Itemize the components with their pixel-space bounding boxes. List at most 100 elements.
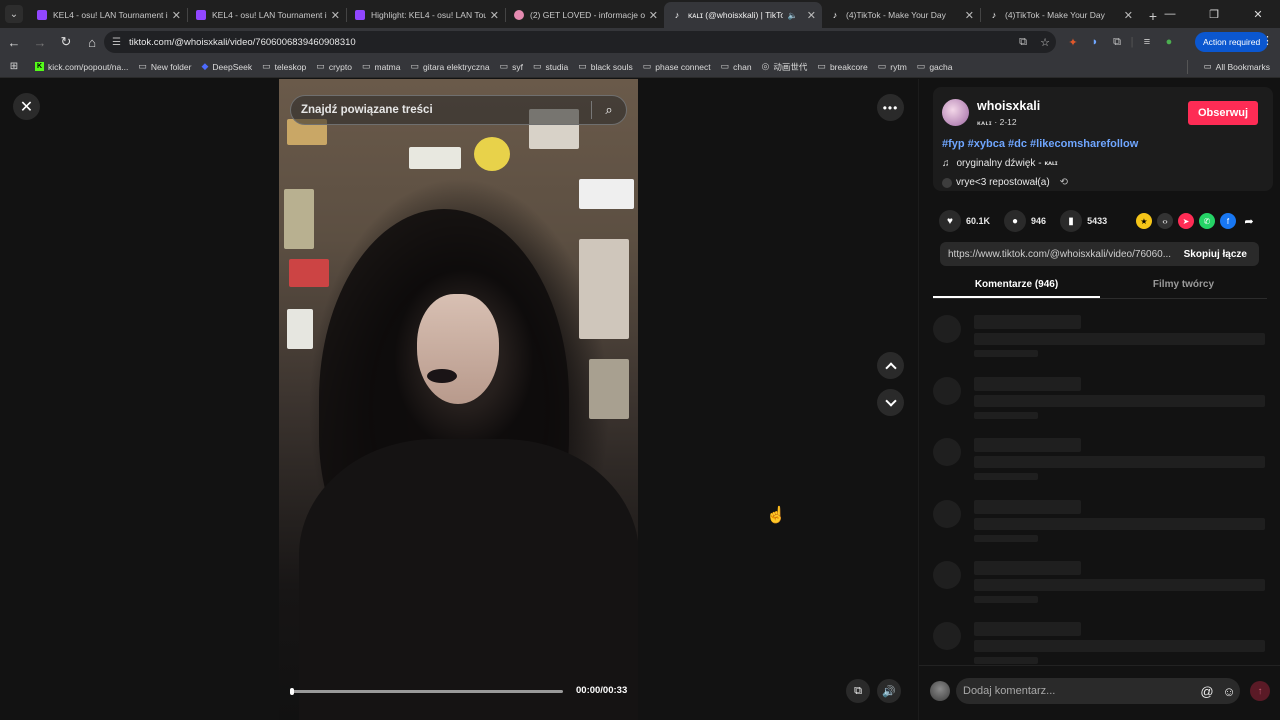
bookmark-item[interactable]: ▭ matma [362, 61, 401, 72]
extension-wave-icon[interactable]: ◗ [1084, 36, 1106, 48]
video-timecode: 00:00/00:33 [576, 685, 628, 696]
comment-icon[interactable]: ● [1004, 210, 1027, 232]
mention-icon[interactable]: @ [1196, 684, 1218, 699]
bookmark-item[interactable]: ▭ chan [721, 61, 752, 72]
embed-code-icon[interactable]: ‹› [1157, 213, 1173, 229]
send-to-friend-icon[interactable]: ➤ [1178, 213, 1194, 229]
related-search-bar[interactable]: ⌕ [290, 95, 627, 125]
install-app-icon[interactable]: ⧉ [1012, 36, 1034, 49]
video-link[interactable]: https://www.tiktok.com/@whoisxkali/video… [940, 249, 1172, 260]
skeleton-line [974, 350, 1038, 357]
share-arrow-icon[interactable]: ➦ [1241, 213, 1257, 229]
tab-search-button[interactable]: ⌄ [5, 5, 23, 23]
reposter-avatar[interactable] [942, 177, 952, 188]
bookmark-item[interactable]: ▭ gitara elektryczna [410, 61, 489, 72]
whatsapp-icon[interactable]: ✆ [1199, 213, 1215, 229]
related-search-input[interactable] [301, 104, 591, 116]
extensions-puzzle-icon[interactable]: ⧉ [1106, 36, 1128, 49]
close-tab-icon[interactable]: ✕ [1124, 9, 1133, 22]
bookmark-item[interactable]: ▭ crypto [316, 61, 352, 72]
creator-avatar[interactable] [942, 99, 969, 126]
progress-handle[interactable] [290, 688, 294, 695]
comment-input[interactable] [963, 685, 1196, 697]
heart-icon[interactable]: ♥ [939, 210, 961, 232]
send-comment-button[interactable]: ↑ [1250, 681, 1270, 701]
browser-tab-active[interactable]: ♪ ᴋᴀʟɪ (@whoisxkali) | TikTok 🔈 ✕ [664, 2, 822, 28]
close-tab-icon[interactable]: ✕ [172, 9, 181, 22]
bookmark-item[interactable]: ▭ black souls [578, 61, 633, 72]
tab-creator-videos[interactable]: Filmy twórcy [1100, 273, 1267, 298]
bookmark-icon[interactable]: ▮ [1060, 210, 1083, 232]
facebook-icon[interactable]: f [1220, 213, 1236, 229]
folder-icon: ▭ [817, 61, 826, 71]
profile-extension-icon[interactable]: ● [1158, 36, 1180, 48]
sound-link[interactable]: ♫ oryginalny dźwięk - ᴋᴀʟɪ [942, 158, 1058, 169]
comment-skeleton [933, 315, 1267, 363]
video-player[interactable] [279, 79, 638, 720]
browser-menu-icon[interactable]: ⋮ [1262, 34, 1273, 47]
bookmark-item[interactable]: ▭ New folder [138, 61, 191, 72]
bookmark-item[interactable]: ◎ 动画世代 [762, 61, 808, 73]
browser-tab[interactable]: KEL4 - osu! LAN Tournament in ✕ [188, 2, 346, 28]
home-button[interactable]: ⌂ [80, 30, 104, 54]
more-options-button[interactable]: ••• [877, 94, 904, 121]
restore-icon[interactable]: ❐ [1192, 0, 1236, 28]
bookmark-item[interactable]: ▭ gacha [917, 61, 953, 72]
close-window-icon[interactable]: ✕ [1236, 0, 1280, 28]
all-bookmarks-button[interactable]: ▭ All Bookmarks [1204, 61, 1270, 72]
browser-tab[interactable]: (2) GET LOVED - informacje o u ✕ [506, 2, 664, 28]
browser-tab[interactable]: ♪ (4)TikTok - Make Your Day ✕ [822, 2, 980, 28]
close-viewer-button[interactable]: ✕ [13, 93, 40, 120]
close-tab-icon[interactable]: ✕ [649, 9, 658, 22]
bookmark-item[interactable]: Kkick.com/popout/na... [35, 62, 128, 72]
extension-fox-icon[interactable]: ✦ [1062, 36, 1084, 49]
next-video-button[interactable] [877, 389, 904, 416]
comment-input-box[interactable]: @ ☺ [956, 678, 1240, 704]
folder-icon: ▭ [1203, 61, 1212, 71]
close-tab-icon[interactable]: ✕ [807, 9, 816, 22]
close-tab-icon[interactable]: ✕ [490, 9, 499, 22]
video-progress-bar[interactable] [290, 688, 563, 695]
address-bar[interactable]: ☰ tiktok.com/@whoisxkali/video/760600683… [104, 31, 1056, 53]
bookmark-item[interactable]: ▭ studia [533, 61, 568, 72]
post-hashtags[interactable]: #fyp #xybca #dc #likecomsharefollow [942, 138, 1138, 150]
copy-link-button[interactable]: Skopiuj łącze [1172, 249, 1259, 260]
repost-share-icon[interactable]: ★ [1136, 213, 1152, 229]
comment-stat[interactable]: ● 946 [1004, 210, 1046, 232]
close-tab-icon[interactable]: ✕ [965, 9, 974, 22]
bookmark-item[interactable]: ▭ teleskop [262, 61, 306, 72]
browser-tab[interactable]: KEL4 - osu! LAN Tournament in ✕ [29, 2, 187, 28]
repost-text[interactable]: vrye<3 repostował(a) [956, 177, 1050, 188]
previous-video-button[interactable] [877, 352, 904, 379]
bookmark-item[interactable]: ▭ syf [500, 61, 523, 72]
action-required-button[interactable]: Action required [1195, 32, 1269, 52]
back-button[interactable]: ← [2, 30, 26, 54]
emoji-icon[interactable]: ☺ [1218, 684, 1240, 699]
browser-tab[interactable]: ♪ (4)TikTok - Make Your Day ✕ [981, 2, 1139, 28]
share-options: ★ ‹› ➤ ✆ f ➦ [1136, 213, 1262, 229]
apps-grid-icon[interactable]: ⊞ [3, 61, 25, 72]
save-stat[interactable]: ▮ 5433 [1060, 210, 1107, 232]
bookmark-item[interactable]: ▭ breakcore [817, 61, 867, 72]
reload-button[interactable]: ↻ [54, 30, 78, 54]
picture-in-picture-button[interactable]: ⧉ [846, 679, 870, 703]
bookmark-item[interactable]: ▭ phase connect [643, 61, 711, 72]
bookmark-star-icon[interactable]: ☆ [1034, 36, 1056, 49]
speaker-icon[interactable]: 🔈 [788, 11, 798, 20]
follow-button[interactable]: Obserwuj [1188, 101, 1258, 125]
bookmark-item[interactable]: ▭ rytm [878, 61, 907, 72]
tab-comments[interactable]: Komentarze (946) [933, 273, 1100, 298]
site-info-icon[interactable]: ☰ [112, 37, 121, 48]
reading-list-icon[interactable]: ≡ [1136, 36, 1158, 48]
forward-button[interactable]: → [28, 30, 52, 54]
like-stat[interactable]: ♥ 60.1K [939, 210, 990, 232]
search-icon[interactable]: ⌕ [592, 102, 626, 118]
creator-username[interactable]: whoisxkali [977, 99, 1040, 113]
address-url[interactable]: tiktok.com/@whoisxkali/video/76060068394… [129, 37, 1012, 48]
close-tab-icon[interactable]: ✕ [331, 9, 340, 22]
video-viewer: ✕ ⌕ ••• 00:00/00:33 ⧉ 🔊 ☝ [0, 79, 918, 720]
volume-button[interactable]: 🔊 [877, 679, 901, 703]
bookmark-item[interactable]: ◆ DeepSeek [201, 61, 252, 72]
minimize-icon[interactable]: — [1148, 0, 1192, 28]
browser-tab[interactable]: Highlight: KEL4 - osu! LAN Tou ✕ [347, 2, 505, 28]
